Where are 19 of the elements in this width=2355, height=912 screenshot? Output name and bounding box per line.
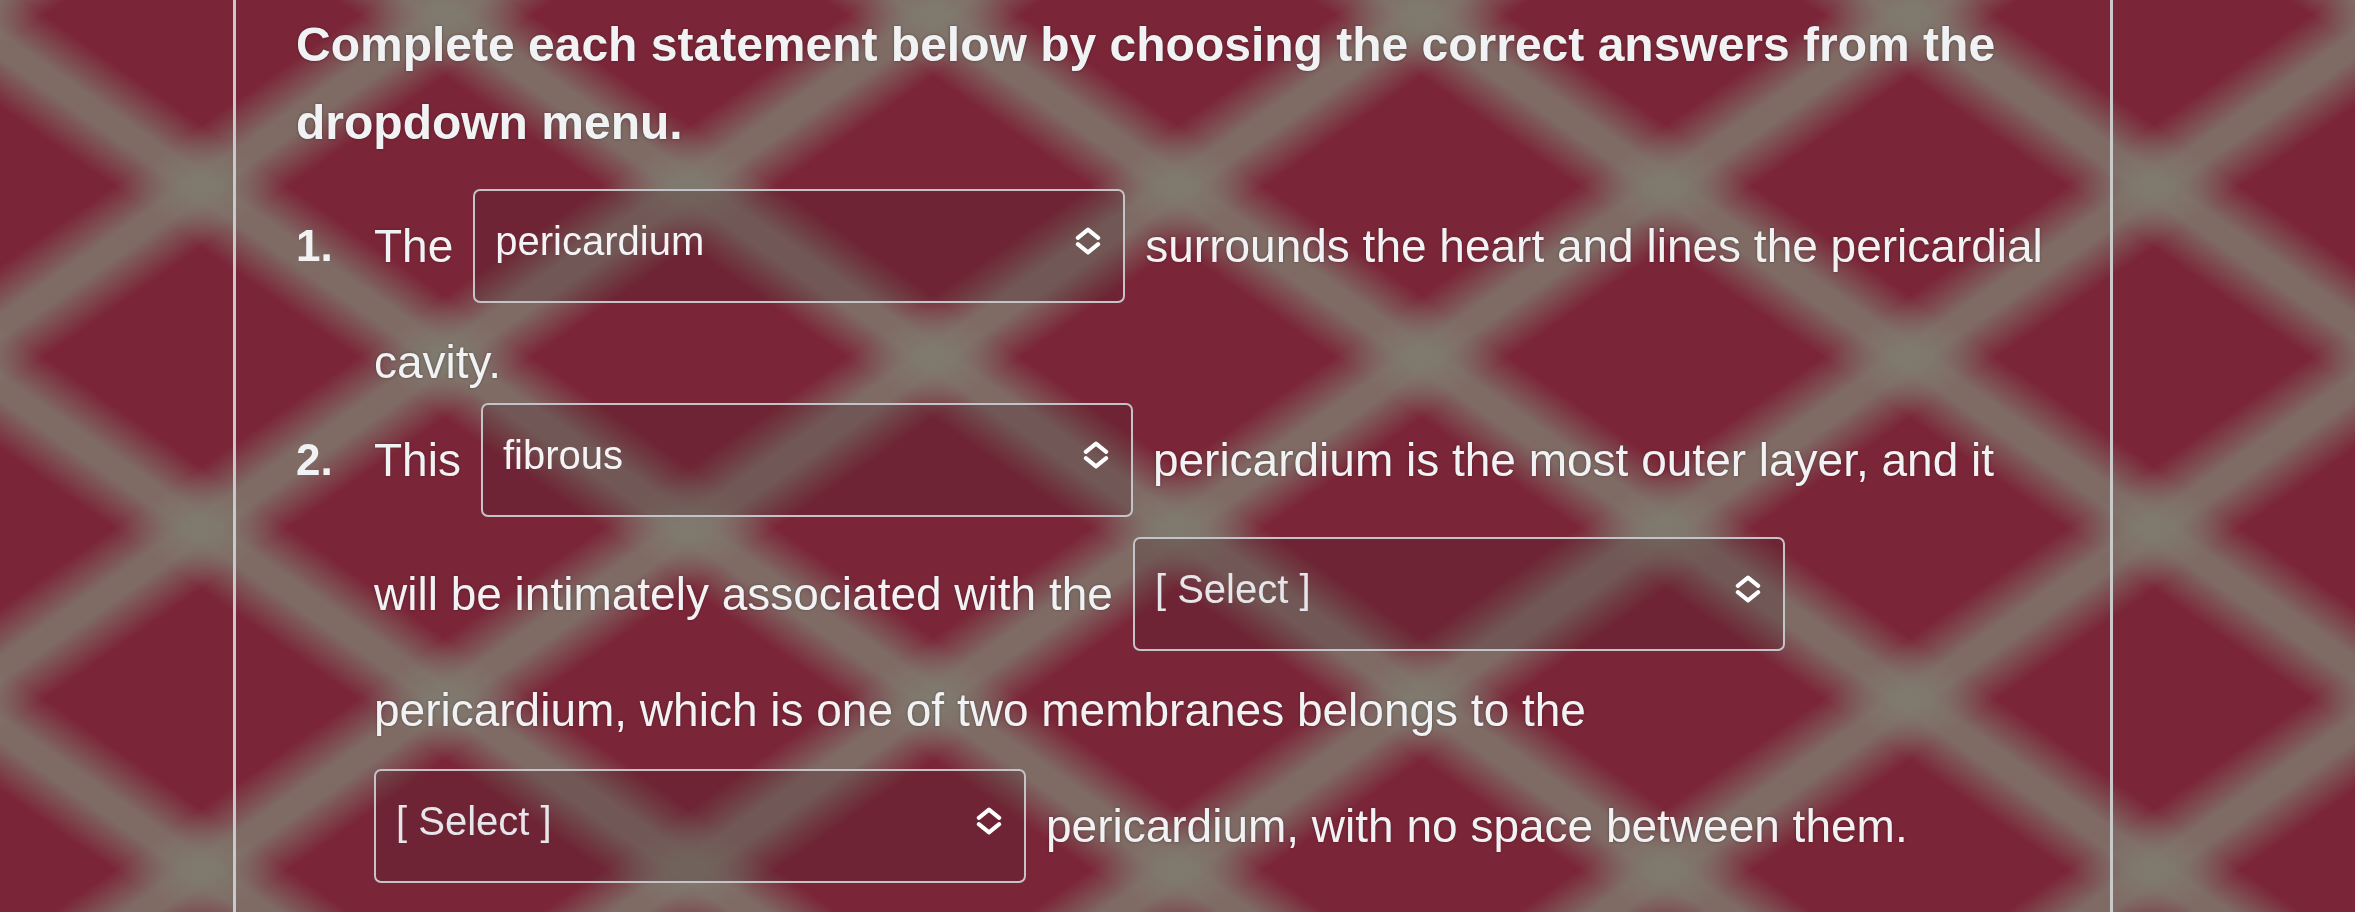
answer-dropdown[interactable]: fibrous	[480, 403, 1133, 517]
statement-text: pericardium is the most outer layer, and it	[1152, 433, 1995, 487]
answer-dropdown[interactable]: [ Select ]	[1132, 537, 1785, 651]
statement-text: surrounds the heart and lines the pericardial	[1145, 219, 2043, 273]
chevron-updown-icon	[976, 807, 1002, 835]
question-number: 1.	[296, 220, 333, 272]
chevron-updown-icon	[1734, 575, 1761, 603]
answer-dropdown[interactable]: pericardium	[473, 189, 1126, 303]
chevron-updown-icon	[1082, 441, 1109, 469]
question-number: 2.	[296, 434, 333, 486]
statement-text: pericardium, with no space between them.	[1046, 799, 1908, 853]
instructions-text: Complete each statement below by choosing the correct answers from the dropdown menu.	[296, 17, 1997, 151]
statement-text: The	[374, 219, 454, 273]
statement-text: pericardium, which is one of two membranes belongs to the	[374, 683, 1586, 737]
statement-text: cavity.	[374, 335, 501, 389]
chevron-updown-icon	[1075, 227, 1102, 255]
answer-dropdown[interactable]: [ Select ]	[374, 769, 1026, 883]
statement-text: will be intimately associated with the	[374, 567, 1113, 621]
statement-text: This	[374, 433, 461, 487]
